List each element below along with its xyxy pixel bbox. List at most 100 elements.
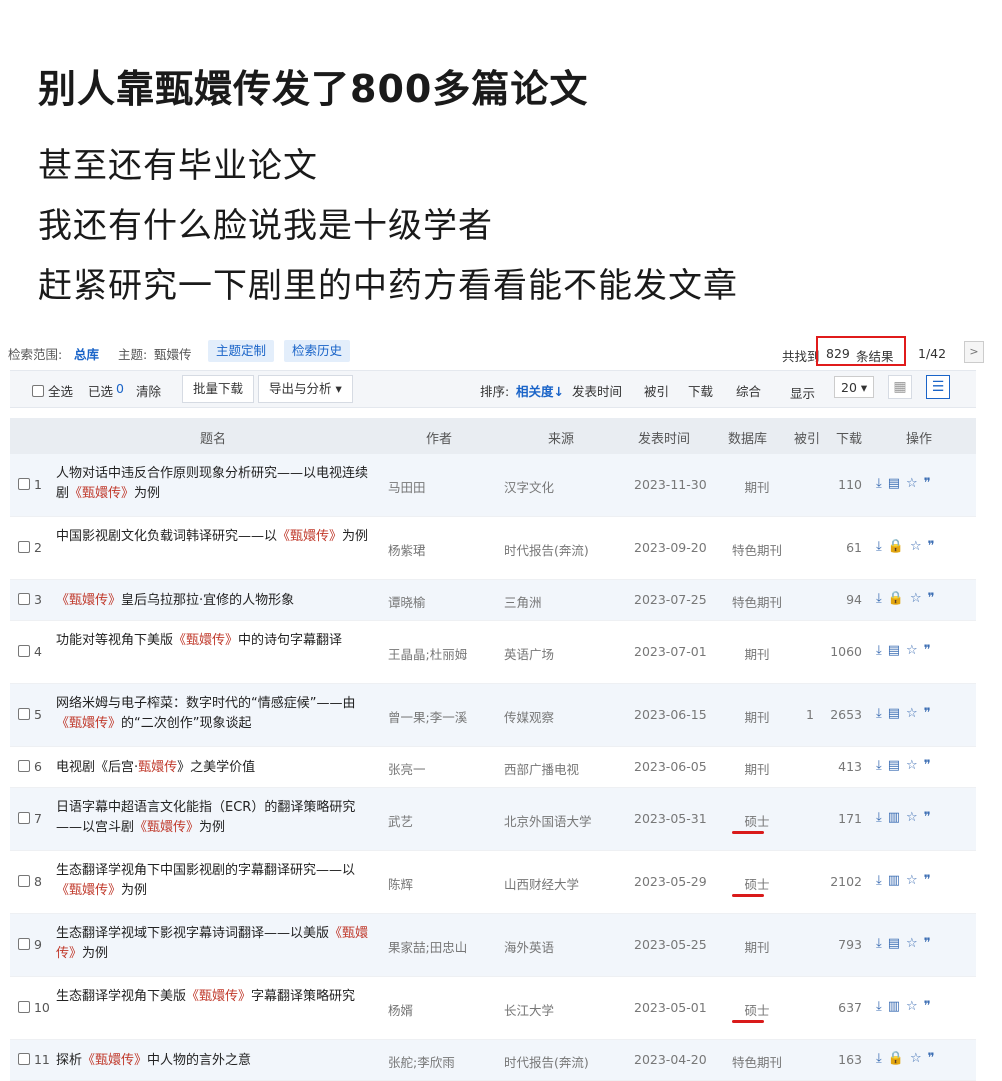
clear-selection-link[interactable]: 清除 bbox=[136, 381, 161, 400]
checkbox[interactable] bbox=[18, 875, 30, 887]
paper-title-link[interactable]: 日语字幕中超语言文化能指（ECR）的翻译策略研究——以宫斗剧《甄嬛传》为例 bbox=[56, 798, 376, 838]
row-checkbox[interactable]: 8 bbox=[18, 874, 42, 889]
favorite-star-icon[interactable]: ☆ bbox=[906, 643, 924, 658]
checkbox[interactable] bbox=[18, 708, 30, 720]
sort-cited[interactable]: 被引 bbox=[644, 381, 669, 400]
source-link[interactable]: 山西财经大学 bbox=[504, 874, 579, 893]
next-page-button[interactable]: > bbox=[964, 341, 984, 363]
sort-overall[interactable]: 综合 bbox=[736, 381, 761, 400]
favorite-star-icon[interactable]: ☆ bbox=[906, 810, 924, 825]
search-history-button[interactable]: 检索历史 bbox=[284, 340, 351, 362]
export-analysis-dropdown[interactable]: 导出与分析 ▾ bbox=[258, 375, 353, 403]
checkbox[interactable] bbox=[18, 593, 30, 605]
checkbox[interactable] bbox=[18, 812, 30, 824]
cite-icon[interactable]: ❞ bbox=[924, 758, 937, 773]
favorite-star-icon[interactable]: ☆ bbox=[910, 591, 928, 606]
select-all[interactable]: 全选 bbox=[32, 381, 73, 400]
source-link[interactable]: 长江大学 bbox=[504, 1000, 554, 1019]
favorite-star-icon[interactable]: ☆ bbox=[906, 873, 924, 888]
cite-icon[interactable]: ❞ bbox=[928, 591, 941, 606]
favorite-star-icon[interactable]: ☆ bbox=[910, 1051, 928, 1066]
cite-icon[interactable]: ❞ bbox=[924, 810, 937, 825]
sort-relevance[interactable]: 相关度↓ bbox=[516, 381, 564, 400]
author-link[interactable]: 谭晓榆 bbox=[388, 592, 426, 611]
html-read-icon[interactable]: ▤ bbox=[888, 476, 906, 491]
row-checkbox[interactable]: 6 bbox=[18, 759, 42, 774]
book-icon[interactable]: ▥ bbox=[888, 873, 906, 888]
author-link[interactable]: 曾一果;李一溪 bbox=[388, 707, 467, 726]
paper-title-link[interactable]: 功能对等视角下美版《甄嬛传》中的诗句字幕翻译 bbox=[56, 631, 376, 651]
paper-title-link[interactable]: 人物对话中违反合作原则现象分析研究——以电视连续剧《甄嬛传》为例 bbox=[56, 464, 376, 504]
sort-date[interactable]: 发表时间 bbox=[572, 381, 622, 400]
paper-title-link[interactable]: 中国影视剧文化负载词韩译研究——以《甄嬛传》为例 bbox=[56, 527, 376, 547]
checkbox[interactable] bbox=[18, 1053, 30, 1065]
source-link[interactable]: 汉字文化 bbox=[504, 477, 554, 496]
author-link[interactable]: 武艺 bbox=[388, 811, 413, 830]
download-icon[interactable]: ⤓ bbox=[876, 1051, 888, 1066]
html-read-icon[interactable]: ▤ bbox=[888, 936, 906, 951]
favorite-star-icon[interactable]: ☆ bbox=[906, 936, 924, 951]
lock-icon[interactable]: 🔒 bbox=[888, 1051, 910, 1066]
download-icon[interactable]: ⤓ bbox=[876, 476, 888, 491]
author-link[interactable]: 马田田 bbox=[388, 477, 426, 496]
grid-view-icon[interactable]: ▦ bbox=[888, 375, 912, 399]
batch-download-button[interactable]: 批量下载 bbox=[182, 375, 255, 403]
paper-title-link[interactable]: 《甄嬛传》皇后乌拉那拉·宜修的人物形象 bbox=[56, 591, 376, 611]
row-checkbox[interactable]: 4 bbox=[18, 644, 42, 659]
row-checkbox[interactable]: 5 bbox=[18, 707, 42, 722]
source-link[interactable]: 西部广播电视 bbox=[504, 759, 579, 778]
checkbox[interactable] bbox=[18, 478, 30, 490]
download-icon[interactable]: ⤓ bbox=[876, 539, 888, 554]
download-icon[interactable]: ⤓ bbox=[876, 999, 888, 1014]
cite-icon[interactable]: ❞ bbox=[924, 643, 937, 658]
cite-icon[interactable]: ❞ bbox=[924, 706, 937, 721]
download-icon[interactable]: ⤓ bbox=[876, 873, 888, 888]
author-link[interactable]: 张亮一 bbox=[388, 759, 426, 778]
row-checkbox[interactable]: 11 bbox=[18, 1052, 50, 1067]
checkbox[interactable] bbox=[18, 1001, 30, 1013]
source-link[interactable]: 英语广场 bbox=[504, 644, 554, 663]
favorite-star-icon[interactable]: ☆ bbox=[906, 706, 924, 721]
author-link[interactable]: 果家喆;田忠山 bbox=[388, 937, 467, 956]
download-icon[interactable]: ⤓ bbox=[876, 810, 888, 825]
checkbox[interactable] bbox=[18, 645, 30, 657]
author-link[interactable]: 王晶晶;杜丽姆 bbox=[388, 644, 467, 663]
paper-title-link[interactable]: 电视剧《后宫·甄嬛传》之美学价值 bbox=[56, 758, 376, 778]
favorite-star-icon[interactable]: ☆ bbox=[906, 999, 924, 1014]
page-size-select[interactable]: 20 ▾ bbox=[834, 376, 874, 398]
source-link[interactable]: 时代报告(奔流) bbox=[504, 540, 589, 559]
cite-icon[interactable]: ❞ bbox=[924, 873, 937, 888]
row-checkbox[interactable]: 10 bbox=[18, 1000, 50, 1015]
download-icon[interactable]: ⤓ bbox=[876, 706, 888, 721]
source-link[interactable]: 传媒观察 bbox=[504, 707, 554, 726]
paper-title-link[interactable]: 生态翻译学视角下美版《甄嬛传》字幕翻译策略研究 bbox=[56, 987, 376, 1007]
paper-title-link[interactable]: 网络米姆与电子榨菜：数字时代的“情感症候”——由《甄嬛传》的“二次创作”现象谈起 bbox=[56, 694, 376, 734]
row-checkbox[interactable]: 2 bbox=[18, 540, 42, 555]
source-link[interactable]: 三角洲 bbox=[504, 592, 542, 611]
cite-icon[interactable]: ❞ bbox=[928, 1051, 941, 1066]
checkbox[interactable] bbox=[18, 760, 30, 772]
download-icon[interactable]: ⤓ bbox=[876, 758, 888, 773]
topic-custom-button[interactable]: 主题定制 bbox=[208, 340, 275, 362]
html-read-icon[interactable]: ▤ bbox=[888, 706, 906, 721]
download-icon[interactable]: ⤓ bbox=[876, 643, 888, 658]
html-read-icon[interactable]: ▤ bbox=[888, 643, 906, 658]
paper-title-link[interactable]: 探析《甄嬛传》中人物的言外之意 bbox=[56, 1051, 376, 1071]
favorite-star-icon[interactable]: ☆ bbox=[910, 539, 928, 554]
source-link[interactable]: 海外英语 bbox=[504, 937, 554, 956]
cite-icon[interactable]: ❞ bbox=[928, 539, 941, 554]
checkbox[interactable] bbox=[18, 541, 30, 553]
row-checkbox[interactable]: 9 bbox=[18, 937, 42, 952]
author-link[interactable]: 张舵;李欣雨 bbox=[388, 1052, 455, 1071]
row-checkbox[interactable]: 1 bbox=[18, 477, 42, 492]
select-all-checkbox[interactable] bbox=[32, 385, 44, 397]
cite-icon[interactable]: ❞ bbox=[924, 476, 937, 491]
book-icon[interactable]: ▥ bbox=[888, 999, 906, 1014]
cite-icon[interactable]: ❞ bbox=[924, 936, 937, 951]
author-link[interactable]: 杨紫珺 bbox=[388, 540, 426, 559]
source-link[interactable]: 时代报告(奔流) bbox=[504, 1052, 589, 1071]
favorite-star-icon[interactable]: ☆ bbox=[906, 758, 924, 773]
lock-icon[interactable]: 🔒 bbox=[888, 591, 910, 606]
list-view-icon[interactable]: ☰ bbox=[926, 375, 950, 399]
row-checkbox[interactable]: 7 bbox=[18, 811, 42, 826]
